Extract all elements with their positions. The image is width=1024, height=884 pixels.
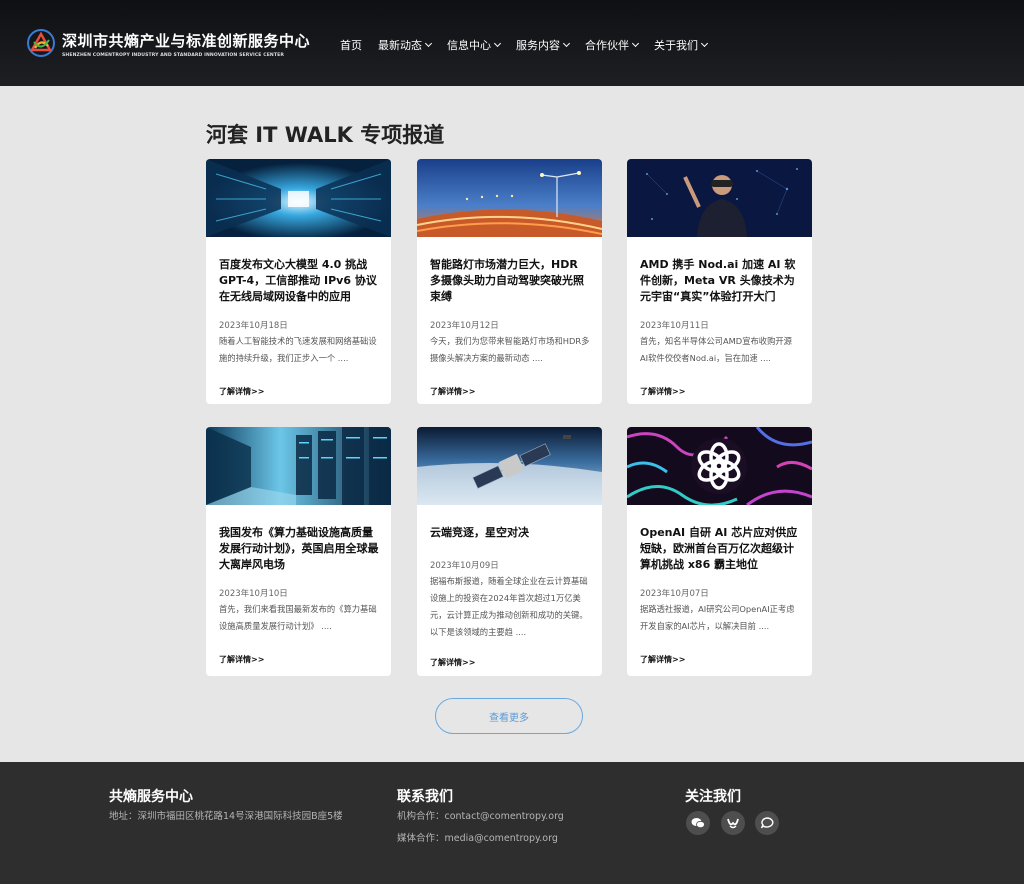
- openai-logo-image[interactable]: [627, 427, 812, 505]
- satellite-image[interactable]: [417, 427, 602, 505]
- weibo-icon: [727, 818, 739, 829]
- nav-label: 服务内容: [516, 39, 560, 52]
- chat-button[interactable]: [755, 811, 779, 835]
- weibo-button[interactable]: [721, 811, 745, 835]
- chevron-down-icon: [631, 39, 640, 48]
- load-more-button[interactable]: 查看更多: [435, 698, 583, 734]
- card-title[interactable]: AMD 携手 Nod.ai 加速 AI 软件创新，Meta VR 头像技术为元宇…: [640, 257, 802, 305]
- site-header: 深圳市共熵产业与标准创新服务中心 SHENZHEN COMENTROPY IND…: [0, 0, 1024, 86]
- comentropy-logo-icon[interactable]: [26, 28, 56, 58]
- news-card[interactable]: 我国发布《算力基础设施高质量发展行动计划》，英国启用全球最大离岸风电场 2023…: [206, 427, 391, 676]
- card-excerpt: 据福布斯报道，随着全球企业在云计算基础设施上的投资在2024年首次超过1万亿美元…: [430, 576, 588, 637]
- read-more-link[interactable]: 了解详情>>: [430, 386, 475, 397]
- card-title[interactable]: 智能路灯市场潜力巨大，HDR 多摄像头助力自动驾驶突破光照束缚: [430, 257, 592, 305]
- brand-name-cn: 深圳市共熵产业与标准创新服务中心: [62, 32, 311, 50]
- brand[interactable]: 深圳市共熵产业与标准创新服务中心 SHENZHEN COMENTROPY IND…: [62, 30, 310, 58]
- nav-label: 关于我们: [654, 39, 698, 52]
- card-excerpt: 首先，我们来看我国最新发布的《算力基础设施高质量发展行动计划》 ....: [219, 604, 377, 631]
- nav-label: 合作伙伴: [585, 39, 629, 52]
- nav-item-about[interactable]: 关于我们: [654, 37, 709, 53]
- footer-contact-media[interactable]: 媒体合作：media@comentropy.org: [397, 830, 558, 847]
- server-corridor-image[interactable]: [206, 159, 391, 237]
- card-excerpt: 随着人工智能技术的飞速发展和网络基础设施的持续升级，我们正步入一个 ....: [219, 336, 377, 363]
- card-date: 2023年10月10日: [219, 589, 288, 599]
- chevron-down-icon: [562, 39, 571, 48]
- nav-item-info-center[interactable]: 信息中心: [447, 37, 502, 53]
- card-date: 2023年10月09日: [430, 561, 499, 571]
- card-date: 2023年10月12日: [430, 321, 499, 331]
- footer-contact-org[interactable]: 机构合作：contact@comentropy.org: [397, 808, 564, 825]
- wechat-icon: [691, 818, 705, 829]
- main-nav: 首页 最新动态 信息中心 服务内容 合作伙伴 关于我们: [340, 37, 723, 53]
- section-title: 河套 IT WALK 专项报道: [206, 123, 445, 147]
- nav-item-latest-news[interactable]: 最新动态: [378, 37, 433, 53]
- street-lights-image[interactable]: [417, 159, 602, 237]
- nav-label: 信息中心: [447, 39, 491, 52]
- nav-item-services[interactable]: 服务内容: [516, 37, 571, 53]
- read-more-link[interactable]: 了解详情>>: [430, 657, 475, 668]
- footer-address: 地址：深圳市福田区桃花路14号深港国际科技园B座5楼: [109, 811, 343, 822]
- vr-person-image[interactable]: [627, 159, 812, 237]
- chevron-down-icon: [700, 39, 709, 48]
- news-card[interactable]: 智能路灯市场潜力巨大，HDR 多摄像头助力自动驾驶突破光照束缚 2023年10月…: [417, 159, 602, 404]
- card-date: 2023年10月11日: [640, 321, 709, 331]
- news-card[interactable]: 百度发布文心大模型 4.0 挑战 GPT-4，工信部推动 IPv6 协议在无线局…: [206, 159, 391, 404]
- chevron-down-icon: [424, 39, 433, 48]
- footer-contact-title: 联系我们: [397, 789, 453, 805]
- card-title[interactable]: 我国发布《算力基础设施高质量发展行动计划》，英国启用全球最大离岸风电场: [219, 525, 381, 573]
- read-more-link[interactable]: 了解详情>>: [219, 386, 264, 397]
- nav-label: 首页: [340, 39, 362, 52]
- read-more-link[interactable]: 了解详情>>: [219, 654, 264, 665]
- site-footer: 共熵服务中心 地址：深圳市福田区桃花路14号深港国际科技园B座5楼 联系我们 机…: [0, 762, 1024, 884]
- card-excerpt: 据路透社报道，AI研究公司OpenAI正考虑开发自家的AI芯片，以解决目前 ..…: [640, 604, 795, 631]
- read-more-link[interactable]: 了解详情>>: [640, 654, 685, 665]
- card-date: 2023年10月07日: [640, 589, 709, 599]
- chat-icon: [760, 817, 774, 829]
- news-card[interactable]: AMD 携手 Nod.ai 加速 AI 软件创新，Meta VR 头像技术为元宇…: [627, 159, 812, 404]
- card-excerpt: 今天，我们为您带来智能路灯市场和HDR多摄像头解决方案的最新动态 ....: [430, 336, 590, 363]
- card-title[interactable]: OpenAI 自研 AI 芯片应对供应短缺，欧洲首台百万亿次超级计算机挑战 x8…: [640, 525, 802, 573]
- footer-center-title: 共熵服务中心: [109, 789, 193, 805]
- news-card[interactable]: OpenAI 自研 AI 芯片应对供应短缺，欧洲首台百万亿次超级计算机挑战 x8…: [627, 427, 812, 676]
- nav-item-partners[interactable]: 合作伙伴: [585, 37, 640, 53]
- data-center-image[interactable]: [206, 427, 391, 505]
- read-more-link[interactable]: 了解详情>>: [640, 386, 685, 397]
- footer-follow-title: 关注我们: [685, 789, 741, 805]
- nav-item-home[interactable]: 首页: [340, 37, 362, 53]
- card-title[interactable]: 云端竞逐，星空对决: [430, 525, 592, 541]
- chevron-down-icon: [493, 39, 502, 48]
- brand-name-en: SHENZHEN COMENTROPY INDUSTRY AND STANDAR…: [62, 53, 284, 58]
- nav-label: 最新动态: [378, 39, 422, 52]
- card-title[interactable]: 百度发布文心大模型 4.0 挑战 GPT-4，工信部推动 IPv6 协议在无线局…: [219, 257, 381, 305]
- news-card[interactable]: 云端竞逐，星空对决 2023年10月09日 据福布斯报道，随着全球企业在云计算基…: [417, 427, 602, 676]
- card-excerpt: 首先，知名半导体公司AMD宣布收购开源AI软件佼佼者Nod.ai，旨在加速 ..…: [640, 336, 792, 363]
- wechat-button[interactable]: [686, 811, 710, 835]
- card-date: 2023年10月18日: [219, 321, 288, 331]
